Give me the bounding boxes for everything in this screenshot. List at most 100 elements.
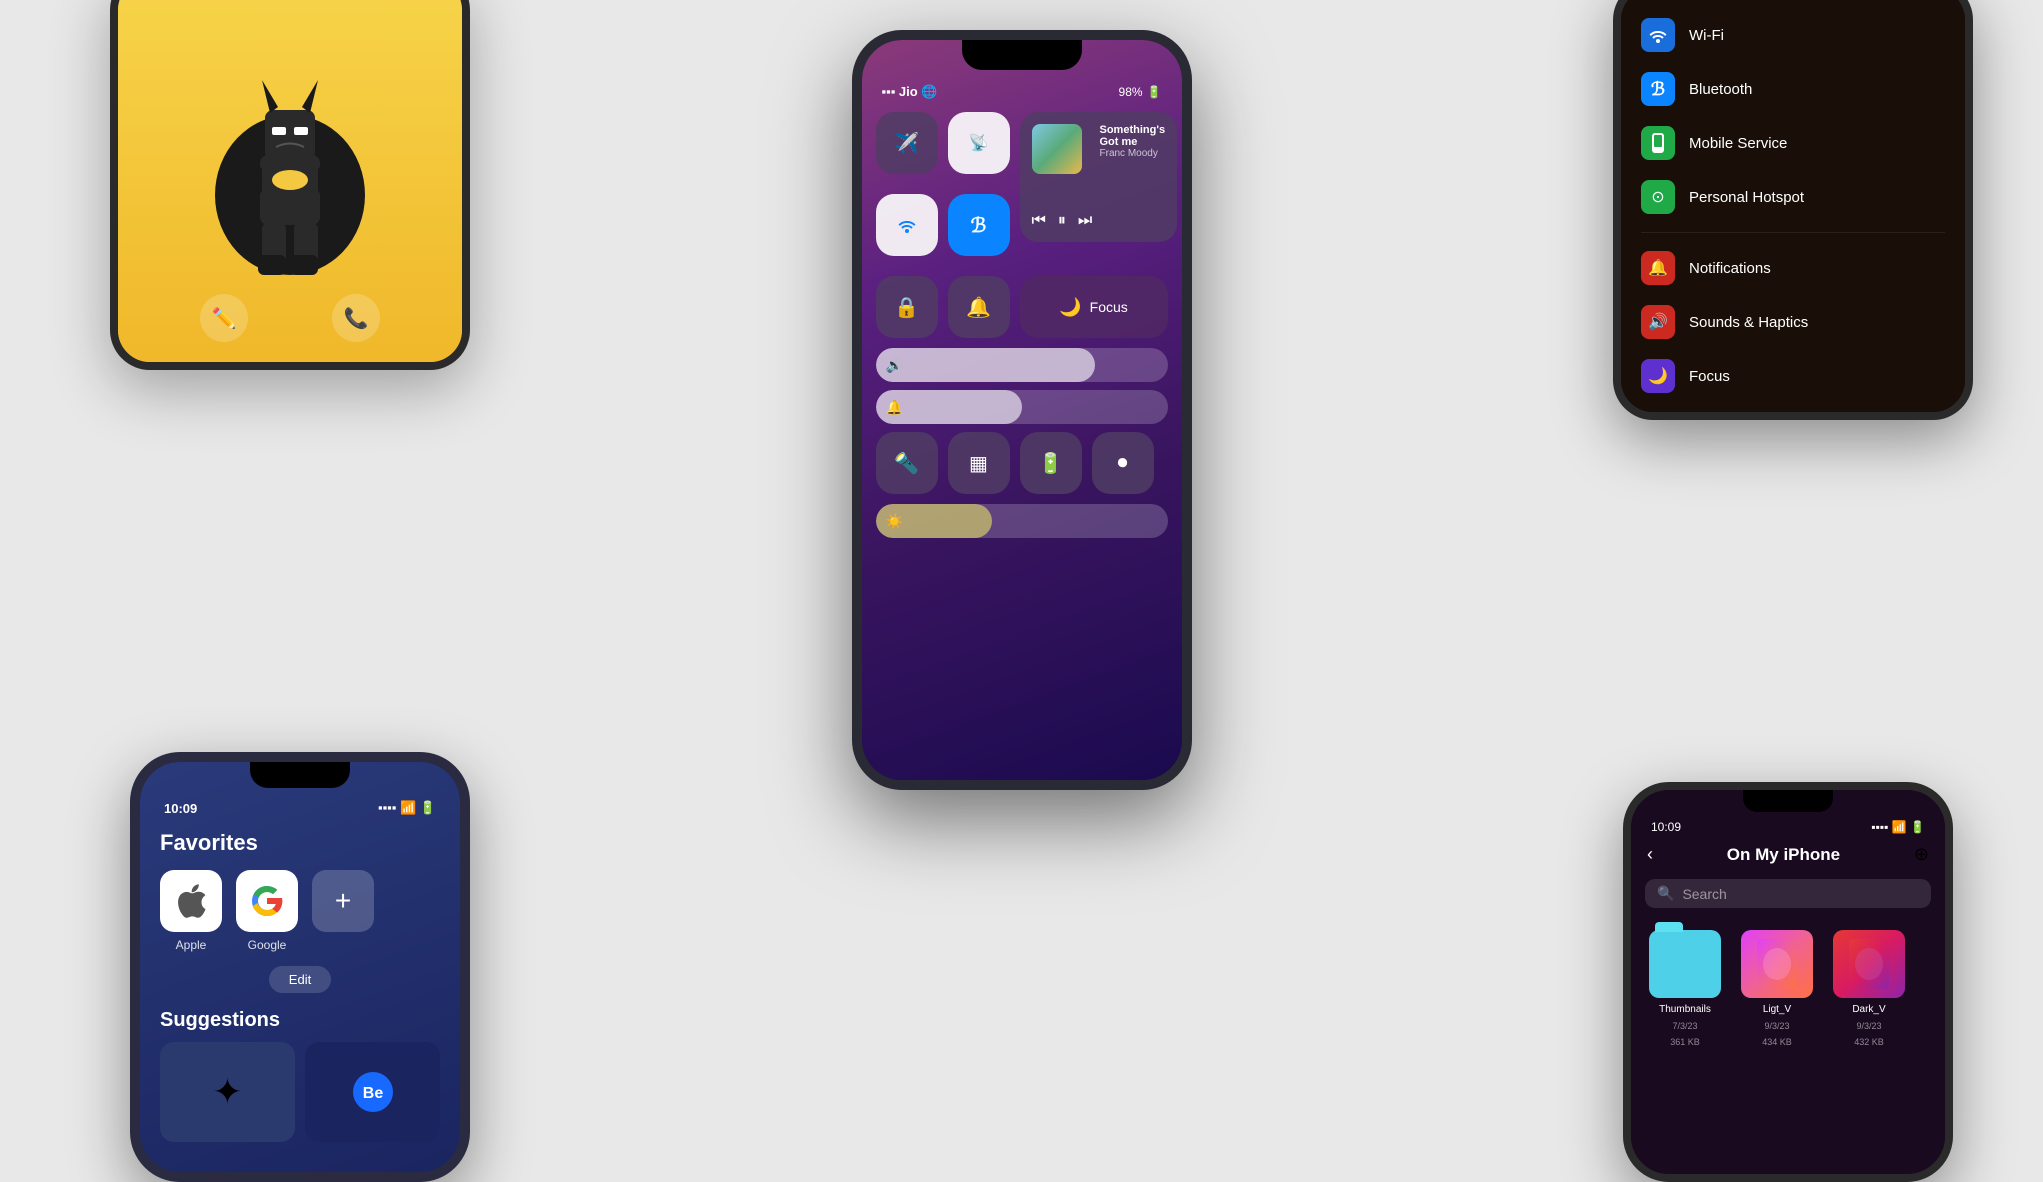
- rewind-button[interactable]: ⏮: [1032, 212, 1046, 230]
- thumbnails-date: 7/3/23: [1672, 1021, 1697, 1031]
- bluetooth-toggle-button[interactable]: ℬ: [948, 194, 1010, 256]
- file-thumbnails[interactable]: Thumbnails 7/3/23 361 KB: [1645, 930, 1725, 1047]
- google-app-icon: [236, 870, 298, 932]
- files-page-title: On My iPhone: [1727, 845, 1840, 865]
- settings-item-screentime[interactable]: ⏱ Screen Time: [1621, 403, 1965, 420]
- edit-button[interactable]: Edit: [269, 966, 331, 993]
- files-time: 10:09: [1651, 820, 1681, 834]
- favorites-screen: 10:09 ▪▪▪▪ 📶 🔋 Favorites Apple: [140, 762, 460, 1172]
- wifi-toggle-button[interactable]: [876, 194, 938, 256]
- focus-label: Focus: [1689, 368, 1730, 385]
- fast-forward-button[interactable]: ⏭: [1078, 212, 1092, 230]
- suggestions-grid: ✦ Be: [160, 1042, 440, 1142]
- suggestion-behance[interactable]: Be: [305, 1042, 440, 1142]
- rotation-lock-button[interactable]: 🔒: [876, 276, 938, 338]
- bluetooth-icon: ℬ: [1641, 72, 1675, 106]
- bell-slider-row: 🔔: [876, 390, 1168, 424]
- wifi-label: Wi-Fi: [1689, 27, 1724, 44]
- settings-item-sounds[interactable]: 🔊 Sounds & Haptics: [1621, 295, 1965, 349]
- control-row-3: 🔦 ▦ 🔋 ⏺: [876, 432, 1168, 494]
- dynamic-island: [962, 40, 1082, 70]
- song-artist: Franc Moody: [1100, 148, 1166, 159]
- fav-content: Favorites Apple: [140, 820, 460, 1152]
- fav-status-bar: 10:09 ▪▪▪▪ 📶 🔋: [140, 792, 460, 820]
- settings-item-wifi[interactable]: Wi-Fi: [1621, 8, 1965, 62]
- phone-batman: ✏️ 📞: [110, 0, 470, 370]
- files-search-bar[interactable]: 🔍 Search: [1645, 879, 1931, 908]
- folder-icon: [1649, 930, 1721, 998]
- brightness-slider[interactable]: ☀️: [876, 504, 1168, 538]
- screentime-icon: ⏱: [1641, 413, 1675, 420]
- settings-screen: Wi-Fi ℬ Bluetooth Mobile Service ⊙ Perso…: [1621, 0, 1965, 412]
- notifications-label: Notifications: [1689, 260, 1771, 277]
- volume-slider[interactable]: 🔊: [876, 348, 1168, 382]
- bell-slider[interactable]: 🔔: [876, 390, 1168, 424]
- settings-item-focus[interactable]: 🌙 Focus: [1621, 349, 1965, 403]
- status-bar: ▪▪▪ Jio 🌐 98% 🔋: [862, 78, 1182, 104]
- fav-app-add[interactable]: +: [312, 870, 374, 952]
- suggestions-title: Suggestions: [160, 1009, 440, 1032]
- flashlight-button[interactable]: 🔦: [876, 432, 938, 494]
- sounds-icon: 🔊: [1641, 305, 1675, 339]
- settings-item-notifications[interactable]: 🔔 Notifications: [1621, 241, 1965, 295]
- fav-app-apple[interactable]: Apple: [160, 870, 222, 952]
- files-dynamic-island: [1743, 790, 1833, 812]
- settings-divider-1: [1641, 232, 1945, 233]
- fav-app-google[interactable]: Google: [236, 870, 298, 952]
- ligt-thumbnail-icon: [1741, 930, 1813, 998]
- phone-favorites: 10:09 ▪▪▪▪ 📶 🔋 Favorites Apple: [130, 752, 470, 1182]
- song-title: Something's Got me: [1100, 124, 1166, 148]
- battery-button[interactable]: 🔋: [1020, 432, 1082, 494]
- screen-record-button[interactable]: ⏺: [1092, 432, 1154, 494]
- files-header: ‹ On My iPhone ⊕: [1631, 836, 1945, 873]
- edit-icon[interactable]: ✏️: [200, 294, 248, 342]
- files-options-icon[interactable]: ⊕: [1914, 844, 1929, 865]
- brightness-icon: ☀️: [886, 513, 903, 530]
- mobile-icon: [1641, 126, 1675, 160]
- brightness-slider-row: ☀️: [876, 504, 1168, 538]
- focus-button[interactable]: 🌙 Focus: [1020, 276, 1168, 338]
- files-screen: 10:09 ▪▪▪▪ 📶 🔋 ‹ On My iPhone ⊕ 🔍 Search…: [1631, 790, 1945, 1174]
- control-row-2: 🔒 🔔 🌙 Focus: [876, 276, 1168, 338]
- notifications-icon: 🔔: [1641, 251, 1675, 285]
- sounds-label: Sounds & Haptics: [1689, 314, 1808, 331]
- phone-files: 10:09 ▪▪▪▪ 📶 🔋 ‹ On My iPhone ⊕ 🔍 Search…: [1623, 782, 1953, 1182]
- phone-control-center: ▪▪▪ Jio 🌐 98% 🔋 ✈️ 📡: [852, 30, 1192, 790]
- svg-text:Be: Be: [362, 1085, 383, 1102]
- dark-v-date: 9/3/23: [1856, 1021, 1881, 1031]
- batman-bottom-bar: ✏️ 📞: [118, 294, 462, 342]
- ligt-v-date: 9/3/23: [1764, 1021, 1789, 1031]
- dark-v-size: 432 KB: [1854, 1037, 1884, 1047]
- settings-item-hotspot[interactable]: ⊙ Personal Hotspot: [1621, 170, 1965, 224]
- cellular-button[interactable]: 📡: [948, 112, 1010, 174]
- mobile-label: Mobile Service: [1689, 135, 1787, 152]
- phone-settings: Wi-Fi ℬ Bluetooth Mobile Service ⊙ Perso…: [1613, 0, 1973, 420]
- control-screen: ▪▪▪ Jio 🌐 98% 🔋 ✈️ 📡: [862, 40, 1182, 780]
- ligt-v-size: 434 KB: [1762, 1037, 1792, 1047]
- qr-scanner-button[interactable]: ▦: [948, 432, 1010, 494]
- volume-icon: 🔊: [886, 357, 903, 374]
- control-row-1: ✈️ 📡 ℬ: [876, 112, 1168, 266]
- files-signal: ▪▪▪▪ 📶 🔋: [1871, 820, 1925, 834]
- add-app-icon: +: [312, 870, 374, 932]
- file-dark-v[interactable]: Dark_V 9/3/23 432 KB: [1829, 930, 1909, 1047]
- airplane-mode-button[interactable]: ✈️: [876, 112, 938, 174]
- bottom-control-pair: ℬ: [876, 194, 1010, 256]
- favorites-grid: Apple Google +: [160, 870, 440, 952]
- fav-time: 10:09: [164, 801, 197, 816]
- settings-item-bluetooth[interactable]: ℬ Bluetooth: [1621, 62, 1965, 116]
- hotspot-icon: ⊙: [1641, 180, 1675, 214]
- thumbnails-size: 361 KB: [1670, 1037, 1700, 1047]
- files-back-button[interactable]: ‹: [1647, 844, 1653, 865]
- wifi-icon: [1641, 18, 1675, 52]
- dark-v-name: Dark_V: [1852, 1004, 1885, 1015]
- now-playing-widget[interactable]: Something's Got me Franc Moody ⏮ ⏸ ⏭: [1020, 112, 1178, 242]
- play-pause-button[interactable]: ⏸: [1058, 212, 1066, 230]
- suggestion-sparkle[interactable]: ✦: [160, 1042, 295, 1142]
- file-ligt-v[interactable]: Ligt_V 9/3/23 434 KB: [1737, 930, 1817, 1047]
- focus-icon: 🌙: [1641, 359, 1675, 393]
- mute-button[interactable]: 🔔: [948, 276, 1010, 338]
- settings-item-mobile[interactable]: Mobile Service: [1621, 116, 1965, 170]
- control-content: ✈️ 📡 ℬ: [862, 104, 1182, 554]
- phone-icon[interactable]: 📞: [332, 294, 380, 342]
